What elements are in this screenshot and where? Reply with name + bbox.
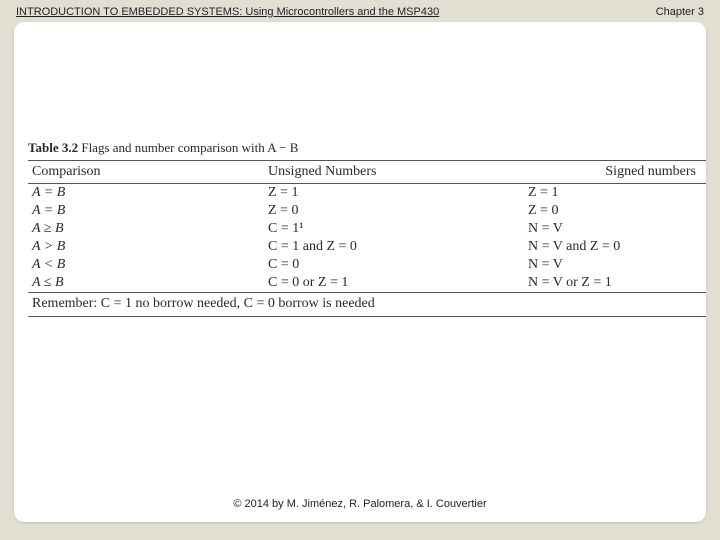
cell: N = V: [468, 220, 706, 238]
table-row: A > B C = 1 and Z = 0 N = V and Z = 0: [28, 238, 706, 256]
col-signed: Signed numbers: [468, 161, 706, 184]
cell: Z = 1: [148, 184, 468, 203]
cell: A = B: [28, 202, 148, 220]
slide-header: INTRODUCTION TO EMBEDDED SYSTEMS: Using …: [16, 6, 704, 18]
copyright-footer: © 2014 by M. Jiménez, R. Palomera, & I. …: [14, 498, 706, 510]
col-comparison: Comparison: [28, 161, 148, 184]
slide-page: Table 3.2 Flags and number comparison wi…: [14, 22, 706, 522]
book-title: INTRODUCTION TO EMBEDDED SYSTEMS: Using …: [16, 6, 439, 18]
cell: C = 1 and Z = 0: [148, 238, 468, 256]
cell: N = V and Z = 0: [468, 238, 706, 256]
table-row: A ≤ B C = 0 or Z = 1 N = V or Z = 1: [28, 274, 706, 293]
cell: A = B: [28, 184, 148, 203]
col-unsigned: Unsigned Numbers: [148, 161, 468, 184]
cell: N = V: [468, 256, 706, 274]
footnote-row: Remember: C = 1 no borrow needed, C = 0 …: [28, 293, 706, 317]
cell: C = 1¹: [148, 220, 468, 238]
cell: A ≥ B: [28, 220, 148, 238]
cell: A > B: [28, 238, 148, 256]
cell: A ≤ B: [28, 274, 148, 293]
table-row: A ≥ B C = 1¹ N = V: [28, 220, 706, 238]
cell: A < B: [28, 256, 148, 274]
table-row: A = B Z = 0 Z = 0: [28, 202, 706, 220]
flags-table: Comparison Unsigned Numbers Signed numbe…: [28, 160, 706, 317]
cell: Z = 0: [148, 202, 468, 220]
cell: Z = 0: [468, 202, 706, 220]
header-row: Comparison Unsigned Numbers Signed numbe…: [28, 161, 706, 184]
table-caption: Table 3.2 Flags and number comparison wi…: [28, 140, 706, 156]
caption-label: Table 3.2: [28, 140, 78, 155]
table-row: A = B Z = 1 Z = 1: [28, 184, 706, 203]
cell: N = V or Z = 1: [468, 274, 706, 293]
cell: C = 0: [148, 256, 468, 274]
cell: C = 0 or Z = 1: [148, 274, 468, 293]
table-footnote: Remember: C = 1 no borrow needed, C = 0 …: [28, 293, 706, 317]
caption-text: Flags and number comparison with A − B: [81, 140, 298, 155]
copyright-text: © 2014 by M. Jiménez, R. Palomera, & I. …: [233, 498, 486, 510]
chapter-label: Chapter 3: [656, 6, 704, 18]
cell: Z = 1: [468, 184, 706, 203]
table-container: Table 3.2 Flags and number comparison wi…: [28, 140, 706, 317]
table-row: A < B C = 0 N = V: [28, 256, 706, 274]
